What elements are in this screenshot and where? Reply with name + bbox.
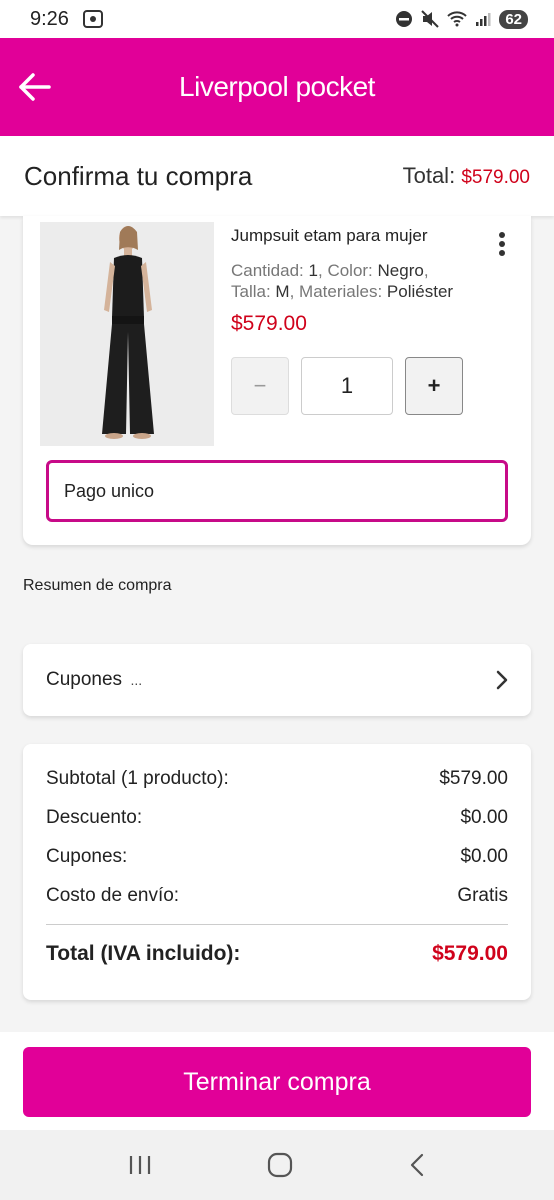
battery-indicator: 62	[499, 9, 528, 29]
summary-heading: Resumen de compra	[23, 577, 172, 594]
mute-icon	[421, 10, 440, 28]
wifi-icon	[447, 11, 468, 27]
signal-icon	[476, 13, 491, 26]
coupons-label-group: Cupones ...	[46, 669, 142, 691]
payment-option-single[interactable]: Pago unico	[46, 460, 508, 522]
shipping-label: Costo de envío:	[46, 885, 180, 906]
quantity-decrease-button[interactable]: −	[231, 357, 289, 415]
quantity-increase-button[interactable]: +	[405, 357, 463, 415]
attr-material-label: Materiales:	[299, 282, 383, 301]
coupons-total-label: Cupones:	[46, 846, 128, 867]
coupons-total-row: Cupones: $0.00	[46, 846, 508, 885]
product-image[interactable]	[40, 222, 214, 446]
coupons-ellipsis: ...	[130, 672, 143, 688]
subtotal-row: Subtotal (1 producto): $579.00	[46, 768, 508, 807]
subtotal-value: $579.00	[439, 768, 508, 789]
product-card: Jumpsuit etam para mujer Cantidad: 1, Co…	[23, 216, 531, 545]
page-title: Confirma tu compra	[24, 160, 253, 191]
shipping-row: Costo de envío: Gratis	[46, 885, 508, 924]
system-nav-bar	[0, 1130, 554, 1200]
discount-value: $0.00	[460, 807, 508, 828]
totals-card: Subtotal (1 producto): $579.00 Descuento…	[23, 744, 531, 1000]
coupons-row[interactable]: Cupones ...	[23, 644, 531, 716]
attr-color-label: Color:	[327, 261, 373, 280]
chevron-right-icon	[496, 670, 508, 690]
header-total-value: $579.00	[461, 167, 530, 188]
back-arrow-icon[interactable]	[18, 72, 52, 102]
recent-apps-icon[interactable]	[127, 1153, 153, 1177]
screenshot-icon	[82, 10, 103, 28]
attr-color-value: Negro	[377, 261, 424, 280]
back-nav-icon[interactable]	[407, 1152, 427, 1178]
attr-quantity-value: 1	[308, 261, 318, 280]
shipping-value: Gratis	[457, 885, 508, 906]
dnd-icon	[396, 11, 413, 27]
subtotal-label: Subtotal (1 producto):	[46, 768, 229, 789]
attr-size-value: M	[275, 282, 290, 301]
discount-label: Descuento:	[46, 807, 143, 828]
attr-quantity-label: Cantidad:	[231, 261, 304, 280]
discount-row: Descuento: $0.00	[46, 807, 508, 846]
header-total: Total: $579.00	[403, 163, 530, 189]
coupons-label: Cupones	[46, 669, 123, 690]
more-options-icon[interactable]	[497, 232, 507, 258]
coupons-total-value: $0.00	[460, 846, 508, 867]
app-bar: Liverpool pocket	[0, 38, 554, 136]
attr-size-label: Talla:	[231, 282, 271, 301]
grand-total-row: Total (IVA incluido): $579.00	[46, 925, 508, 983]
grand-total-label: Total (IVA incluido):	[46, 942, 241, 965]
checkout-header: Confirma tu compra Total: $579.00	[0, 136, 554, 216]
grand-total-value: $579.00	[432, 942, 508, 965]
liverpool-pocket-logo: Liverpool pocket	[179, 71, 375, 102]
checkout-button[interactable]: Terminar compra	[23, 1047, 531, 1117]
header-total-label: Total:	[402, 163, 456, 188]
quantity-input[interactable]: 1	[301, 357, 393, 415]
clock: 9:26	[30, 7, 69, 30]
product-price: $579.00	[231, 312, 307, 335]
status-bar: 9:26 62	[0, 0, 554, 38]
product-attributes: Cantidad: 1, Color: Negro, Talla: M, Mat…	[231, 261, 454, 301]
home-icon[interactable]	[267, 1152, 293, 1178]
attr-material-value: Poliéster	[386, 282, 454, 301]
product-name: Jumpsuit etam para mujer	[231, 226, 428, 245]
jumpsuit-model-photo	[40, 222, 214, 446]
